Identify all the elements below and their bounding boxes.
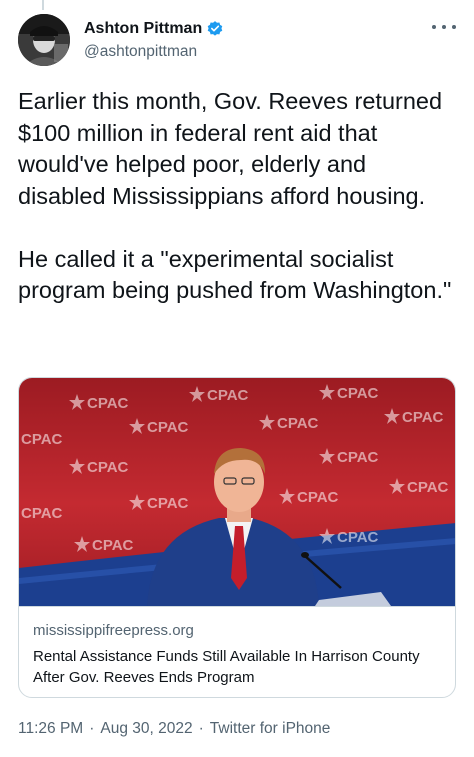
meta-separator: · [89, 720, 95, 737]
svg-text:CPAC: CPAC [297, 489, 339, 506]
svg-text:CPAC: CPAC [21, 505, 63, 522]
card-image: CPAC CPAC CPAC CPAC CPAC CPAC CPAC CPAC … [19, 378, 455, 606]
svg-text:CPAC: CPAC [337, 449, 379, 466]
meta-separator: · [198, 720, 204, 737]
svg-text:CPAC: CPAC [87, 459, 129, 476]
tweet-text: Earlier this month, Gov. Reeves returned… [18, 86, 458, 307]
svg-text:CPAC: CPAC [277, 415, 319, 432]
svg-text:CPAC: CPAC [87, 395, 129, 412]
tweet-source[interactable]: Twitter for iPhone [210, 720, 331, 738]
tweet-header: Ashton Pittman @ashtonpittman [18, 14, 460, 70]
speaker-at-podium-photo: CPAC CPAC CPAC CPAC CPAC CPAC CPAC CPAC … [19, 378, 455, 606]
card-title[interactable]: Rental Assistance Funds Still Available … [33, 646, 443, 688]
tweet-meta: 11:26 PM · Aug 30, 2022 · Twitter for iP… [18, 720, 330, 738]
author-handle[interactable]: @ashtonpittman [84, 43, 197, 61]
svg-text:CPAC: CPAC [402, 409, 444, 426]
card-domain: mississippifreepress.org [33, 622, 194, 639]
tweet-date[interactable]: Aug 30, 2022 [100, 720, 192, 738]
avatar-photo-icon [18, 14, 70, 66]
tweet-paragraph: Earlier this month, Gov. Reeves returned… [18, 88, 443, 209]
thread-connector-line [42, 0, 44, 10]
author-name-row: Ashton Pittman [84, 20, 224, 38]
link-preview-card[interactable]: CPAC CPAC CPAC CPAC CPAC CPAC CPAC CPAC … [18, 377, 456, 698]
author-name[interactable]: Ashton Pittman [84, 20, 202, 38]
svg-text:CPAC: CPAC [207, 387, 249, 404]
svg-text:CPAC: CPAC [337, 529, 379, 546]
svg-text:CPAC: CPAC [147, 495, 189, 512]
tweet-time[interactable]: 11:26 PM [18, 720, 83, 738]
svg-text:CPAC: CPAC [92, 537, 134, 554]
svg-text:CPAC: CPAC [147, 419, 189, 436]
tweet-paragraph: He called it a "experimental socialist p… [18, 245, 452, 304]
svg-text:CPAC: CPAC [21, 431, 63, 448]
svg-text:CPAC: CPAC [407, 479, 449, 496]
more-options-icon[interactable] [432, 18, 456, 36]
svg-text:CPAC: CPAC [337, 385, 379, 402]
card-body: mississippifreepress.org Rental Assistan… [19, 606, 455, 697]
verified-badge-icon [206, 20, 224, 38]
avatar[interactable] [18, 14, 70, 66]
